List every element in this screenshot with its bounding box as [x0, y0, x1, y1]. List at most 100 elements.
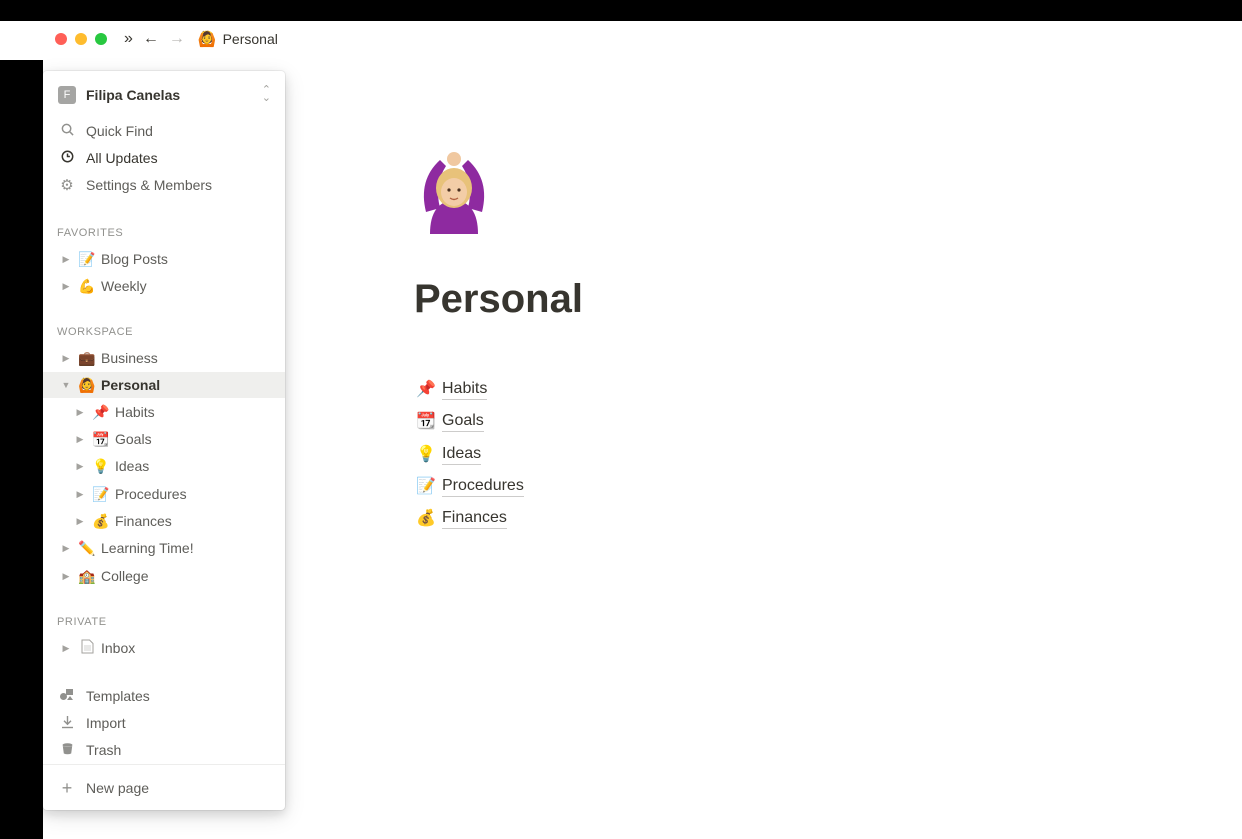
sidebar-item-label: Finances — [115, 513, 172, 529]
clock-icon — [58, 150, 76, 166]
calendar-icon: 📆 — [416, 413, 436, 430]
page-link-finances[interactable]: 💰 Finances — [416, 505, 507, 531]
sidebar-item-label: College — [101, 568, 149, 584]
sidebar-item-label: Blog Posts — [101, 251, 168, 267]
sidebar-item-blog-posts[interactable]: ▶ 📝 Blog Posts — [43, 246, 285, 272]
page-emoji-icon: 💡 — [92, 457, 110, 474]
workspace-section-label: WORKSPACE — [57, 326, 134, 338]
page-emoji-icon: 🏫 — [78, 567, 96, 584]
workspace-avatar: F — [58, 86, 76, 104]
sidebar-quick-find[interactable]: Quick Find — [43, 118, 285, 144]
collapse-triangle-icon[interactable]: ▼ — [61, 380, 71, 390]
close-window-button[interactable] — [55, 33, 67, 45]
title-bar: » ← → 🙆 Personal — [0, 21, 1242, 57]
expand-triangle-icon[interactable]: ▶ — [75, 407, 85, 418]
sidebar-item-label: Quick Find — [86, 123, 153, 139]
page-link-label: Goals — [442, 411, 484, 432]
page-link-label: Habits — [442, 379, 488, 400]
sidebar: F Filipa Canelas ⌃ ⌄ Quick Find All Updat… — [43, 71, 285, 810]
page-title[interactable]: Personal — [414, 277, 583, 322]
sidebar-item-label: Trash — [86, 742, 122, 758]
page-emoji-icon: 💰 — [92, 512, 110, 529]
expand-triangle-icon[interactable]: ▶ — [75, 489, 85, 500]
sidebar-item-label: Procedures — [115, 486, 187, 502]
expand-triangle-icon[interactable]: ▶ — [61, 543, 71, 554]
page-emoji-icon: 🙆 — [78, 376, 96, 393]
document-icon — [76, 639, 98, 657]
workspace-name: Filipa Canelas — [86, 87, 181, 103]
sidebar-item-label: Inbox — [101, 640, 136, 656]
money-bag-icon: 💰 — [416, 510, 436, 527]
new-page-button[interactable]: + New page — [43, 775, 285, 801]
sidebar-divider — [43, 764, 285, 765]
breadcrumb-page-icon: 🙆 — [197, 31, 217, 48]
sidebar-item-label: Personal — [101, 377, 161, 393]
page-icon[interactable] — [412, 150, 496, 234]
expand-triangle-icon[interactable]: ▶ — [75, 516, 85, 527]
expand-triangle-icon[interactable]: ▶ — [61, 571, 71, 582]
sidebar-item-business[interactable]: ▶ 💼 Business — [43, 345, 285, 371]
sidebar-item-label: Habits — [115, 404, 155, 420]
trash-icon — [58, 742, 76, 758]
sidebar-item-label: Settings & Members — [86, 177, 213, 193]
forward-arrow-icon[interactable]: → — [169, 31, 185, 47]
sidebar-templates[interactable]: Templates — [43, 683, 285, 709]
memo-icon: 📝 — [416, 478, 436, 495]
private-section-label: PRIVATE — [57, 616, 107, 628]
page-emoji-icon: 💪 — [78, 277, 96, 294]
page-emoji-icon: ✏️ — [78, 539, 96, 556]
expand-triangle-icon[interactable]: ▶ — [61, 353, 71, 364]
expand-triangle-icon[interactable]: ▶ — [75, 461, 85, 472]
workspace-switcher[interactable]: F Filipa Canelas ⌃ ⌄ — [43, 83, 285, 107]
expand-triangle-icon[interactable]: ▶ — [61, 643, 71, 654]
breadcrumb-page-title[interactable]: Personal — [223, 31, 278, 47]
sidebar-item-college[interactable]: ▶ 🏫 College — [43, 563, 285, 589]
page-emoji-icon: 📆 — [92, 430, 110, 447]
sidebar-item-ideas[interactable]: ▶ 💡 Ideas — [43, 453, 285, 479]
expand-triangle-icon[interactable]: ▶ — [61, 281, 71, 292]
sidebar-item-finances[interactable]: ▶ 💰 Finances — [43, 508, 285, 534]
sidebar-all-updates[interactable]: All Updates — [43, 145, 285, 171]
lightbulb-icon: 💡 — [416, 446, 436, 463]
search-icon — [58, 123, 76, 139]
plus-icon: + — [61, 777, 73, 798]
new-page-label: New page — [86, 780, 150, 796]
sidebar-item-habits[interactable]: ▶ 📌 Habits — [43, 399, 285, 425]
page-link-goals[interactable]: 📆 Goals — [416, 408, 484, 434]
sidebar-item-weekly[interactable]: ▶ 💪 Weekly — [43, 273, 285, 299]
sidebar-settings-members[interactable]: ⚙ Settings & Members — [43, 172, 285, 198]
sidebar-item-goals[interactable]: ▶ 📆 Goals — [43, 426, 285, 452]
page-emoji-icon: 📌 — [92, 403, 110, 420]
sidebar-trash[interactable]: Trash — [43, 737, 285, 763]
favorites-section-label: FAVORITES — [57, 227, 124, 239]
page-link-procedures[interactable]: 📝 Procedures — [416, 473, 524, 499]
sidebar-item-learning-time[interactable]: ▶ ✏️ Learning Time! — [43, 535, 285, 561]
import-icon — [58, 715, 76, 732]
expand-triangle-icon[interactable]: ▶ — [61, 254, 71, 265]
page-link-habits[interactable]: 📌 Habits — [416, 376, 488, 402]
double-chevron-right-icon[interactable]: » — [124, 31, 133, 47]
page-link-ideas[interactable]: 💡 Ideas — [416, 441, 482, 467]
sidebar-item-personal[interactable]: ▼ 🙆 Personal — [43, 372, 285, 398]
sidebar-item-label: Goals — [115, 431, 152, 447]
page-link-label: Procedures — [442, 476, 524, 497]
sidebar-import[interactable]: Import — [43, 710, 285, 736]
sidebar-item-label: Import — [86, 715, 126, 731]
maximize-window-button[interactable] — [95, 33, 107, 45]
sidebar-item-label: All Updates — [86, 150, 158, 166]
sidebar-item-procedures[interactable]: ▶ 📝 Procedures — [43, 481, 285, 507]
page-emoji-icon: 💼 — [78, 349, 96, 366]
sidebar-item-label: Ideas — [115, 458, 150, 474]
sidebar-item-inbox[interactable]: ▶ Inbox — [43, 635, 285, 661]
templates-icon — [58, 688, 76, 704]
desktop-background — [0, 60, 43, 839]
minimize-window-button[interactable] — [75, 33, 87, 45]
back-arrow-icon[interactable]: ← — [143, 31, 159, 47]
page-emoji-icon: 📝 — [92, 485, 110, 502]
chevron-up-down-icon: ⌃ ⌄ — [261, 84, 271, 104]
pushpin-icon: 📌 — [416, 381, 436, 398]
page-link-label: Finances — [442, 508, 507, 529]
sidebar-item-label: Weekly — [101, 278, 147, 294]
window-controls — [55, 33, 107, 45]
expand-triangle-icon[interactable]: ▶ — [75, 434, 85, 445]
